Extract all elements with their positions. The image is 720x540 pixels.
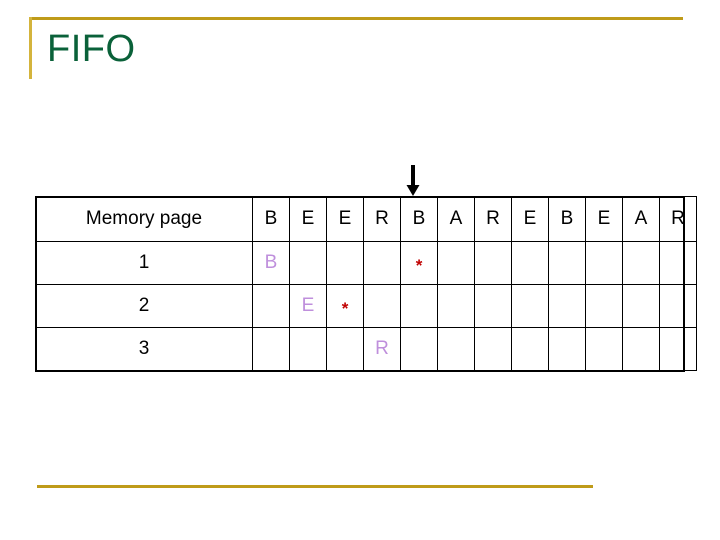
frame-cell: [326, 241, 364, 285]
page-fault-marker: *: [415, 256, 423, 276]
frame-cell: [437, 284, 475, 328]
title-rule-left: [29, 17, 32, 79]
frame-cell: [474, 327, 512, 371]
frame-cell: [437, 327, 475, 371]
reference-cell: B: [548, 196, 586, 242]
resident-page-letter: R: [375, 338, 389, 359]
resident-page-letter: B: [264, 252, 278, 273]
reference-cell: B: [400, 196, 438, 242]
frame-label: 1: [35, 241, 253, 285]
frame-cell: [548, 241, 586, 285]
frame-cell: *: [400, 241, 438, 285]
frame-cell: [548, 284, 586, 328]
frame-cell: [659, 284, 697, 328]
reference-cell: E: [326, 196, 364, 242]
frame-label: 2: [35, 284, 253, 328]
table-row: 1 B *: [35, 241, 697, 285]
frame-cell: E: [289, 284, 327, 328]
frame-cell: [363, 241, 401, 285]
memory-page-header-cell: Memory page: [35, 196, 253, 242]
frame-cell: [511, 241, 549, 285]
frame-cell: [622, 284, 660, 328]
page-fault-marker: *: [341, 299, 349, 319]
frame-cell: [400, 327, 438, 371]
frame-label: 3: [35, 327, 253, 371]
page-title: FIFO: [47, 28, 136, 70]
frame-cell: [548, 327, 586, 371]
frame-cell: [622, 327, 660, 371]
frame-cell: [326, 327, 364, 371]
frame-cell: [474, 241, 512, 285]
frame-cell: [585, 284, 623, 328]
reference-cell: R: [363, 196, 401, 242]
reference-cell: E: [511, 196, 549, 242]
frame-cell: [659, 241, 697, 285]
frame-cell: [363, 284, 401, 328]
memory-page-table: Memory page B E E R B A R E B E A R 1 B …: [35, 196, 697, 371]
table-header-row: Memory page B E E R B A R E B E A R: [35, 196, 697, 242]
frame-cell: [289, 327, 327, 371]
frame-cell: [252, 284, 290, 328]
reference-cell: E: [585, 196, 623, 242]
frame-cell: [437, 241, 475, 285]
reference-cell: B: [252, 196, 290, 242]
frame-cell: [474, 284, 512, 328]
frame-cell: R: [363, 327, 401, 371]
title-rule-top: [29, 17, 683, 20]
frame-cell: [585, 241, 623, 285]
reference-cell: E: [289, 196, 327, 242]
table-row: 2 E *: [35, 284, 697, 328]
frame-cell: [252, 327, 290, 371]
bottom-rule: [37, 485, 593, 488]
frame-cell: [659, 327, 697, 371]
frame-cell: [585, 327, 623, 371]
frame-cell: [511, 284, 549, 328]
frame-cell: [400, 284, 438, 328]
frame-cell: [511, 327, 549, 371]
frame-cell: [622, 241, 660, 285]
reference-cell: R: [659, 196, 697, 242]
reference-cell: R: [474, 196, 512, 242]
frame-cell: B: [252, 241, 290, 285]
reference-cell: A: [622, 196, 660, 242]
reference-cell: A: [437, 196, 475, 242]
frame-cell: *: [326, 284, 364, 328]
table-row: 3 R: [35, 327, 697, 371]
arrow-down-icon: [404, 165, 422, 197]
frame-cell: [289, 241, 327, 285]
resident-page-letter: E: [301, 295, 315, 316]
